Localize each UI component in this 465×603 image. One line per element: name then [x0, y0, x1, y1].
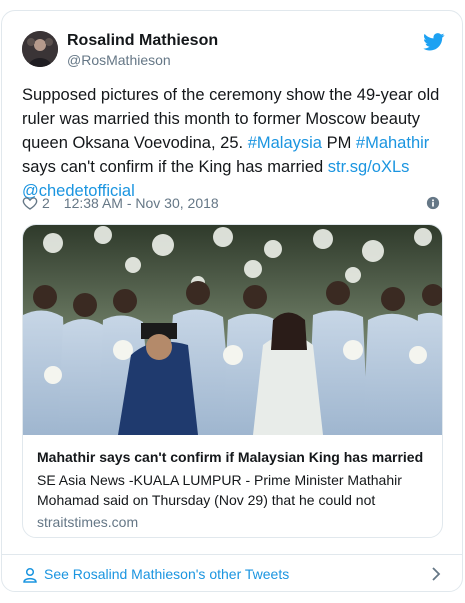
avatar[interactable] — [22, 31, 58, 67]
tweet-text: Supposed pictures of the ceremony show t… — [22, 83, 442, 203]
tweet-text-segment: says can't confirm if the King has marri… — [22, 158, 328, 176]
author-name[interactable]: Rosalind Mathieson — [67, 32, 218, 50]
card-title[interactable]: Mahathir says can't confirm if Malaysian… — [37, 449, 432, 465]
card-image[interactable] — [23, 225, 442, 435]
hashtag-link-mahathir[interactable]: #Mahathir — [356, 134, 429, 152]
tweet-meta: 2 12:38 AM - Nov 30, 2018 — [22, 193, 219, 213]
chevron-right-icon — [432, 567, 441, 581]
twitter-bird-icon[interactable] — [423, 33, 445, 51]
link-card[interactable]: Mahathir says can't confirm if Malaysian… — [22, 224, 443, 538]
like-count[interactable]: 2 — [42, 195, 50, 211]
see-other-tweets-link[interactable]: See Rosalind Mathieson's other Tweets — [44, 566, 289, 582]
heart-icon[interactable] — [22, 195, 38, 211]
info-icon[interactable] — [426, 196, 440, 210]
author-handle[interactable]: @RosMathieson — [67, 52, 171, 68]
footer-link[interactable]: See Rosalind Mathieson's other Tweets — [2, 554, 462, 591]
tweet-text-segment: PM — [321, 134, 356, 152]
card-description: SE Asia News -KUALA LUMPUR - Prime Minis… — [37, 472, 402, 508]
card-domain: straitstimes.com — [37, 514, 139, 530]
user-icon — [23, 567, 37, 583]
hashtag-link-malaysia[interactable]: #Malaysia — [248, 134, 322, 152]
tweet-timestamp[interactable]: 12:38 AM - Nov 30, 2018 — [64, 195, 219, 211]
embedded-tweet: Rosalind Mathieson @RosMathieson Suppose… — [1, 10, 463, 592]
url-link[interactable]: str.sg/oXLs — [328, 158, 410, 176]
